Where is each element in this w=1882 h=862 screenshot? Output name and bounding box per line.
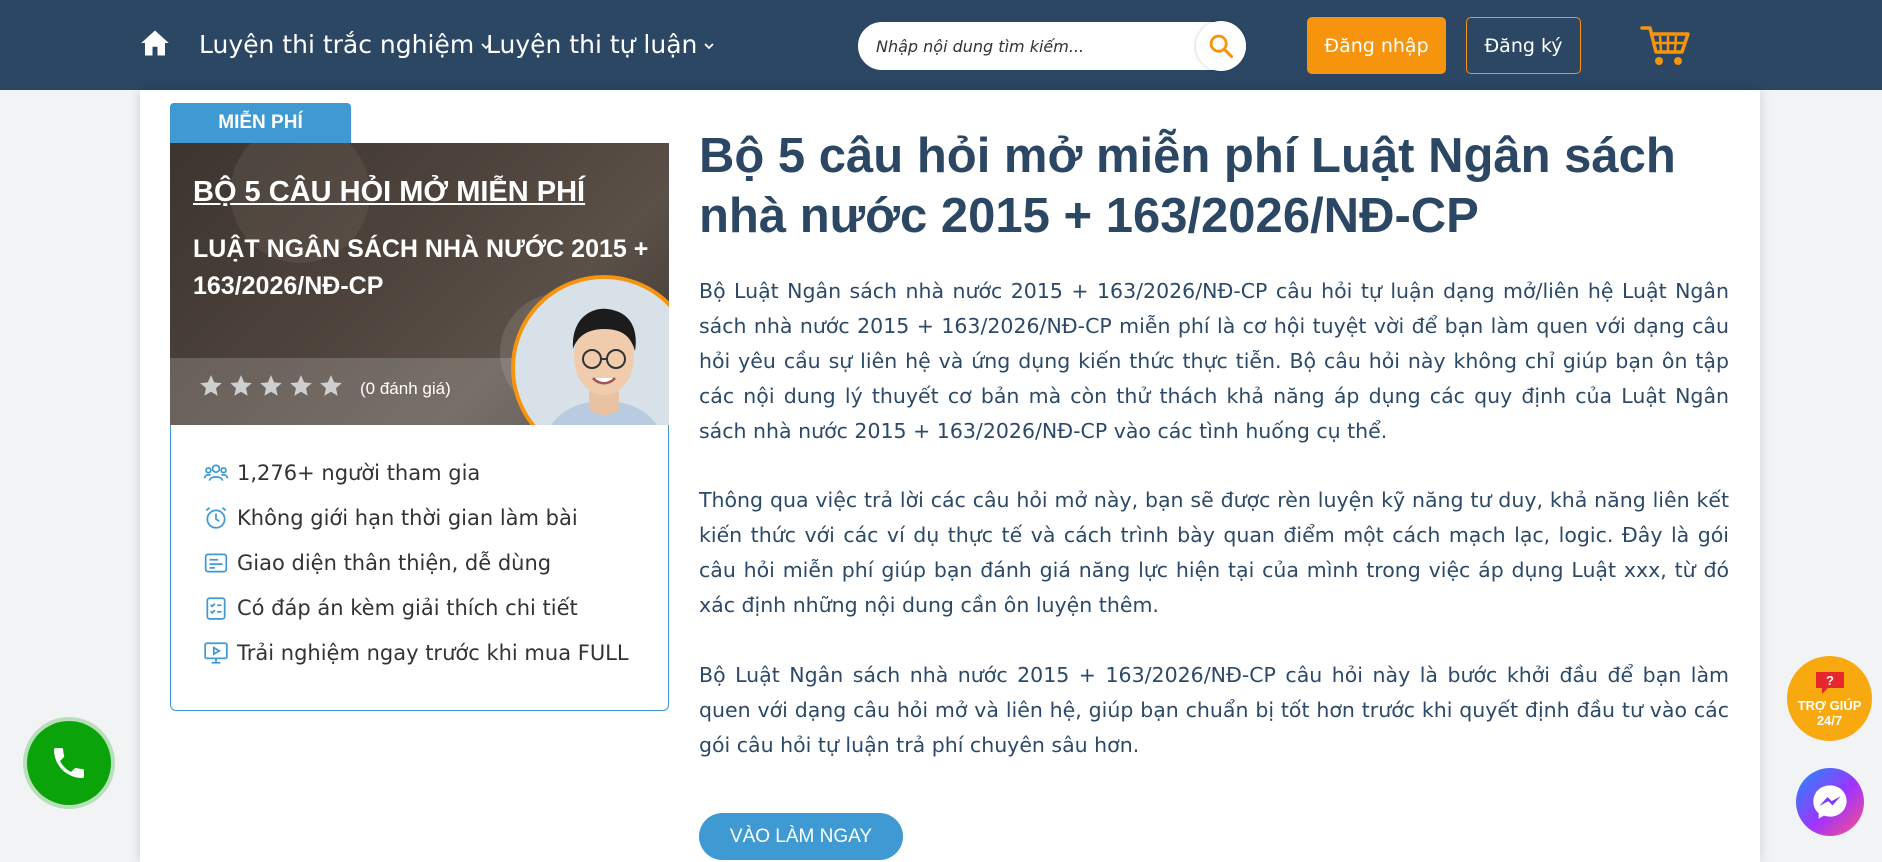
feature-text: Có đáp án kèm giải thích chi tiết bbox=[237, 596, 578, 620]
phone-icon bbox=[54, 748, 84, 778]
login-button[interactable]: Đăng nhập bbox=[1307, 17, 1446, 74]
search-button[interactable] bbox=[1196, 21, 1246, 71]
svg-text:?: ? bbox=[1826, 673, 1834, 688]
nav-multiple-choice-label: Luyện thi trắc nghiệm bbox=[199, 30, 475, 59]
star-icon bbox=[230, 375, 252, 396]
list-item: 1,276+ người tham gia bbox=[203, 460, 480, 486]
list-item: Không giới hạn thời gian làm bài bbox=[203, 505, 578, 531]
free-ribbon: MIỄN PHÍ bbox=[170, 103, 351, 143]
star-rating bbox=[198, 373, 344, 399]
description-paragraph: Bộ Luật Ngân sách nhà nước 2015 + 163/20… bbox=[699, 279, 1729, 443]
chat-question-icon: ? bbox=[1815, 671, 1844, 694]
users-icon bbox=[203, 464, 229, 481]
list-item: Có đáp án kèm giải thích chi tiết bbox=[203, 595, 578, 621]
monitor-play-icon bbox=[204, 642, 228, 664]
search-box bbox=[857, 21, 1247, 71]
help-label-line2: 24/7 bbox=[1816, 712, 1843, 728]
description-paragraph: Bộ Luật Ngân sách nhà nước 2015 + 163/20… bbox=[699, 663, 1729, 757]
star-icon bbox=[290, 375, 312, 396]
feature-text: Giao diện thân thiện, dễ dùng bbox=[237, 551, 552, 575]
checklist-icon bbox=[206, 597, 226, 620]
nav-multiple-choice[interactable]: Luyện thi trắc nghiệm bbox=[199, 30, 492, 59]
messenger-icon bbox=[1813, 785, 1847, 819]
shopping-cart-icon[interactable] bbox=[1640, 22, 1690, 68]
star-icon bbox=[260, 375, 282, 396]
list-item: Trải nghiệm ngay trước khi mua FULL bbox=[203, 640, 629, 666]
phone-call-button[interactable] bbox=[27, 721, 111, 805]
top-navigation-bar: Luyện thi trắc nghiệm Luyện thi tự luận … bbox=[0, 0, 1882, 90]
nav-essay[interactable]: Luyện thi tự luận bbox=[486, 30, 715, 59]
register-button[interactable]: Đăng ký bbox=[1466, 17, 1581, 74]
star-icon bbox=[200, 375, 222, 396]
home-icon[interactable] bbox=[140, 28, 170, 58]
features-list: 1,276+ người tham gia Không giới hạn thờ… bbox=[170, 425, 669, 711]
feature-text: Trải nghiệm ngay trước khi mua FULL bbox=[237, 641, 629, 665]
feature-text: Không giới hạn thời gian làm bài bbox=[237, 506, 578, 530]
help-label: TRỢ GIÚP 24/7 bbox=[1798, 698, 1862, 728]
product-banner[interactable]: BỘ 5 CÂU HỎI MỞ MIỄN PHÍ LUẬT NGÂN SÁCH … bbox=[170, 143, 669, 425]
star-icon bbox=[320, 375, 342, 396]
nav-essay-label: Luyện thi tự luận bbox=[486, 30, 698, 59]
start-now-button[interactable]: VÀO LÀM NGAY bbox=[699, 813, 903, 860]
interface-icon bbox=[204, 553, 228, 573]
rating-count: (0 đánh giá) bbox=[360, 379, 451, 398]
description-paragraph: Thông qua việc trả lời các câu hỏi mở nà… bbox=[699, 488, 1729, 617]
search-icon bbox=[1209, 34, 1234, 59]
feature-text: 1,276+ người tham gia bbox=[237, 461, 481, 485]
person-portrait-icon bbox=[515, 279, 669, 425]
banner-title: BỘ 5 CÂU HỎI MỞ MIỄN PHÍ bbox=[193, 176, 586, 208]
chevron-down-icon bbox=[704, 42, 715, 49]
page-title: Bộ 5 câu hỏi mở miễn phí Luật Ngân sách … bbox=[699, 129, 1676, 243]
search-input[interactable] bbox=[876, 22, 1176, 70]
help-label-line1: TRỢ GIÚP bbox=[1797, 697, 1862, 713]
help-24-7-button[interactable]: ? TRỢ GIÚP 24/7 bbox=[1787, 656, 1872, 741]
messenger-button[interactable] bbox=[1796, 768, 1864, 836]
alarm-clock-icon bbox=[205, 507, 227, 529]
list-item: Giao diện thân thiện, dễ dùng bbox=[203, 550, 551, 576]
